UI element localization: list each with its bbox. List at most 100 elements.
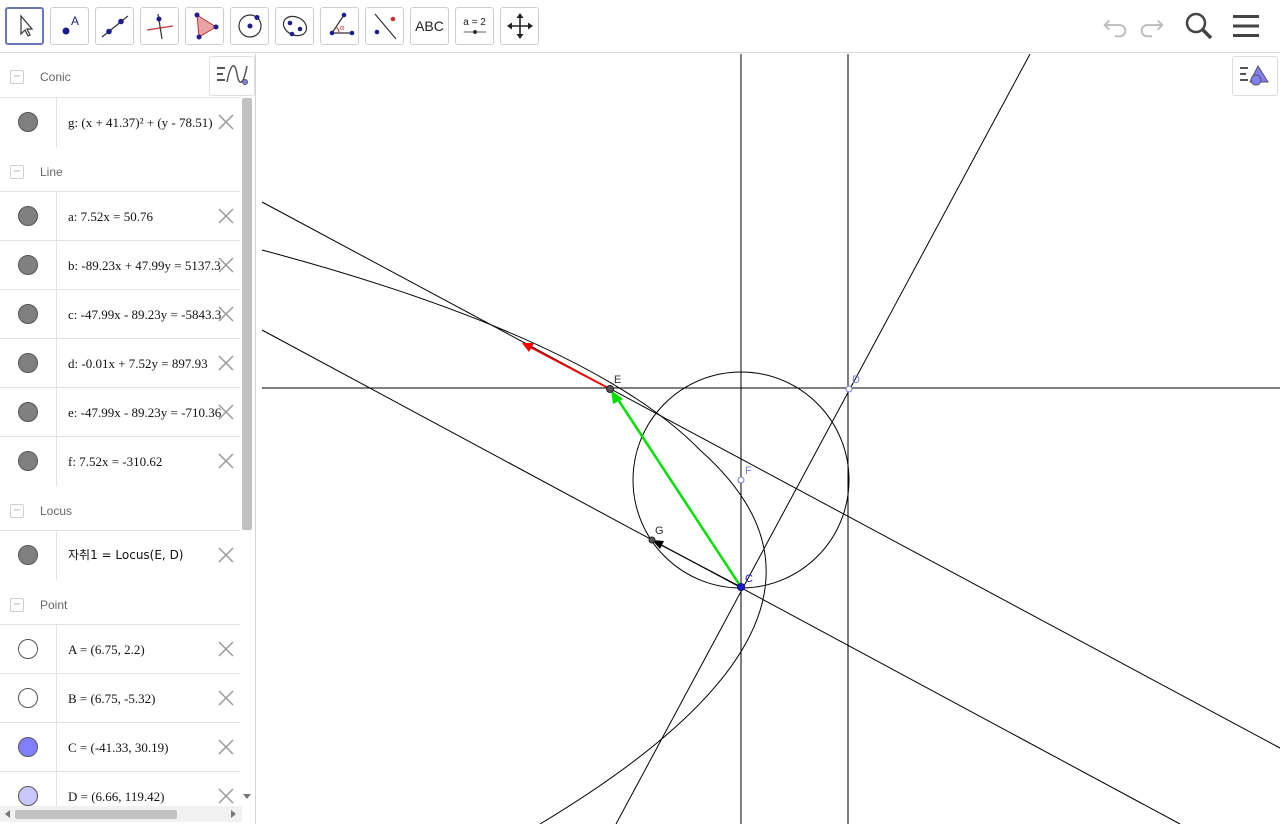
text-tool-button[interactable]: ABC bbox=[410, 7, 449, 45]
delete-icon[interactable] bbox=[216, 737, 236, 757]
vector-green[interactable] bbox=[615, 397, 743, 588]
group-header-point[interactable]: − Point bbox=[0, 582, 240, 627]
point-f[interactable] bbox=[737, 476, 745, 484]
move-tool-button[interactable] bbox=[5, 7, 44, 45]
undo-button[interactable] bbox=[1098, 10, 1132, 42]
locus-curve[interactable] bbox=[262, 249, 767, 824]
point-icon: A bbox=[62, 14, 79, 35]
algebra-expression[interactable]: f: 7.52x = -310.62 bbox=[68, 437, 162, 486]
algebra-row-a[interactable]: a: 7.52x = 50.76 bbox=[0, 191, 240, 241]
algebra-expression[interactable]: B = (6.75, -5.32) bbox=[68, 674, 156, 723]
algebra-style-bar-button[interactable] bbox=[209, 56, 255, 96]
delete-icon[interactable] bbox=[216, 112, 236, 132]
delete-icon[interactable] bbox=[216, 402, 236, 422]
delete-icon[interactable] bbox=[216, 451, 236, 471]
scroll-down-arrow-icon[interactable] bbox=[243, 794, 251, 799]
algebra-row-locus[interactable]: 자취1 = Locus(E, D) bbox=[0, 530, 240, 580]
line-tangent-e[interactable] bbox=[262, 201, 1280, 749]
algebra-expression[interactable]: 자취1 = Locus(E, D) bbox=[68, 531, 184, 580]
polygon-tool-button[interactable] bbox=[185, 7, 224, 45]
visibility-marble[interactable] bbox=[18, 451, 38, 471]
point-g[interactable] bbox=[648, 536, 656, 544]
group-header-locus[interactable]: − Locus bbox=[0, 488, 240, 533]
algebra-row-e[interactable]: e: -47.99x - 89.23y = -710.36 bbox=[0, 387, 240, 437]
collapse-icon[interactable]: − bbox=[10, 503, 24, 518]
algebra-expression[interactable]: c: -47.99x - 89.23y = -5843.3 bbox=[68, 290, 221, 339]
algebra-row-f[interactable]: f: 7.52x = -310.62 bbox=[0, 436, 240, 486]
algebra-expression[interactable]: b: -89.23x + 47.99y = 5137.3 bbox=[68, 241, 221, 290]
algebra-row-g[interactable]: g: (x + 41.37)² + (y - 78.51) bbox=[0, 97, 240, 147]
visibility-marble[interactable] bbox=[18, 786, 38, 806]
line-through-c-d[interactable] bbox=[615, 54, 1031, 824]
menu-button[interactable] bbox=[1229, 10, 1263, 42]
algebra-expression[interactable]: e: -47.99x - 89.23y = -710.36 bbox=[68, 388, 221, 437]
delete-icon[interactable] bbox=[216, 639, 236, 659]
graphics-canvas[interactable]: E D F G C bbox=[262, 54, 1280, 824]
group-header-line[interactable]: − Line bbox=[0, 149, 240, 194]
vector-black[interactable] bbox=[658, 543, 742, 588]
algebra-row-C[interactable]: C = (-41.33, 30.19) bbox=[0, 722, 240, 772]
delete-icon[interactable] bbox=[216, 255, 236, 275]
marble-cell bbox=[0, 531, 57, 580]
perpendicular-tool-button[interactable] bbox=[140, 7, 179, 45]
delete-icon[interactable] bbox=[216, 353, 236, 373]
algebra-expression[interactable]: A = (6.75, 2.2) bbox=[68, 625, 145, 674]
visibility-marble[interactable] bbox=[18, 737, 38, 757]
algebra-expression[interactable]: C = (-41.33, 30.19) bbox=[68, 723, 169, 772]
vertical-scrollbar-thumb[interactable] bbox=[242, 98, 252, 530]
group-title: Conic bbox=[40, 69, 71, 84]
horizontal-scrollbar[interactable] bbox=[0, 806, 242, 822]
reflect-tool-button[interactable] bbox=[365, 7, 404, 45]
algebra-row-B[interactable]: B = (6.75, -5.32) bbox=[0, 673, 240, 723]
algebra-row-c[interactable]: c: -47.99x - 89.23y = -5843.3 bbox=[0, 289, 240, 339]
group-header-conic[interactable]: − Conic bbox=[0, 54, 240, 99]
circle-tool-button[interactable] bbox=[230, 7, 269, 45]
visibility-marble[interactable] bbox=[18, 545, 38, 565]
delete-icon[interactable] bbox=[216, 688, 236, 708]
horizontal-scrollbar-thumb[interactable] bbox=[15, 810, 177, 819]
ellipse-tool-button[interactable] bbox=[275, 7, 314, 45]
delete-icon[interactable] bbox=[216, 206, 236, 226]
algebra-expression[interactable]: d: -0.01x + 7.52y = 897.93 bbox=[68, 339, 208, 388]
algebra-row-b[interactable]: b: -89.23x + 47.99y = 5137.3 bbox=[0, 240, 240, 290]
point-c[interactable] bbox=[737, 583, 745, 591]
point-tool-button[interactable]: A bbox=[50, 7, 89, 45]
visibility-marble[interactable] bbox=[18, 255, 38, 275]
graphics-style-bar-button[interactable] bbox=[1232, 56, 1278, 96]
delete-icon[interactable] bbox=[216, 304, 236, 324]
visibility-marble[interactable] bbox=[18, 112, 38, 132]
graphics-view[interactable]: E D F G C bbox=[262, 54, 1280, 824]
visibility-marble[interactable] bbox=[18, 402, 38, 422]
marble-cell bbox=[0, 192, 57, 241]
algebra-expression[interactable]: g: (x + 41.37)² + (y - 78.51) bbox=[68, 98, 213, 147]
slider-tool-button[interactable]: a = 2 bbox=[455, 7, 494, 45]
vector-red[interactable] bbox=[529, 346, 611, 390]
line-tool-button[interactable] bbox=[95, 7, 134, 45]
scroll-right-arrow-icon[interactable] bbox=[231, 810, 236, 818]
point-e[interactable] bbox=[606, 385, 614, 393]
visibility-marble[interactable] bbox=[18, 639, 38, 659]
visibility-marble[interactable] bbox=[18, 353, 38, 373]
delete-icon[interactable] bbox=[216, 786, 236, 806]
angle-tool-button[interactable]: α bbox=[320, 7, 359, 45]
collapse-icon[interactable]: − bbox=[10, 164, 24, 179]
visibility-marble[interactable] bbox=[18, 304, 38, 324]
visibility-marble[interactable] bbox=[18, 206, 38, 226]
move-graphics-tool-button[interactable] bbox=[500, 7, 539, 45]
collapse-icon[interactable]: − bbox=[10, 597, 24, 612]
group-title: Locus bbox=[40, 503, 73, 518]
visibility-marble[interactable] bbox=[18, 688, 38, 708]
algebra-row-A[interactable]: A = (6.75, 2.2) bbox=[0, 624, 240, 674]
algebra-expression[interactable]: a: 7.52x = 50.76 bbox=[68, 192, 153, 241]
algebra-style-icon bbox=[217, 65, 248, 85]
redo-button[interactable] bbox=[1135, 10, 1169, 42]
collapse-icon[interactable]: − bbox=[10, 69, 24, 84]
delete-icon[interactable] bbox=[216, 545, 236, 565]
search-button[interactable] bbox=[1182, 10, 1216, 42]
algebra-row-d[interactable]: d: -0.01x + 7.52y = 897.93 bbox=[0, 338, 240, 388]
marble-cell bbox=[0, 723, 57, 772]
point-d[interactable] bbox=[845, 385, 853, 393]
scroll-left-arrow-icon[interactable] bbox=[5, 810, 10, 818]
graphics-style-icon bbox=[1240, 64, 1269, 86]
marble-cell bbox=[0, 437, 57, 486]
